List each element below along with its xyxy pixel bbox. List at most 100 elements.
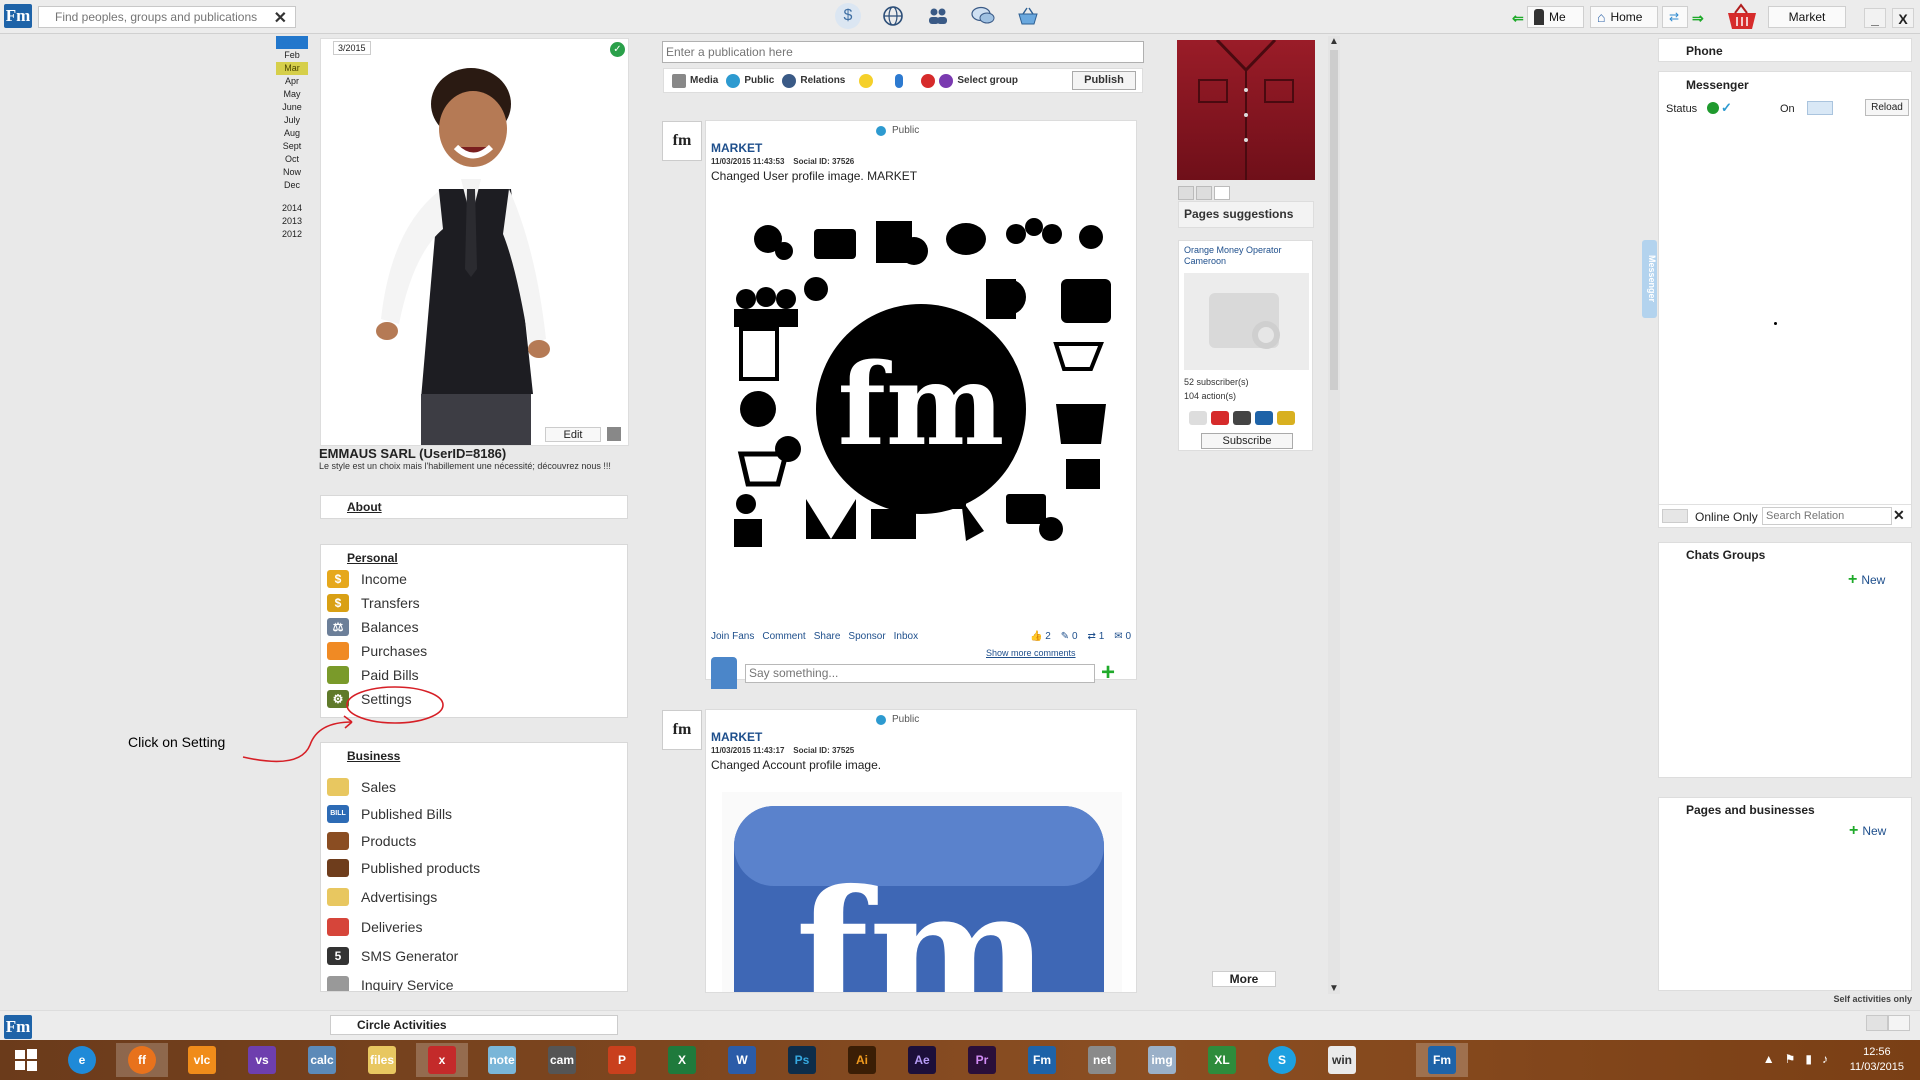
comment-count[interactable]: ✎ 0 bbox=[1061, 631, 1078, 642]
scroll-down-icon[interactable]: ▼ bbox=[1328, 983, 1340, 994]
menu-item-sms-generator[interactable]: 5 SMS Generator bbox=[327, 941, 480, 970]
taskbar-app[interactable]: XL bbox=[1196, 1043, 1248, 1077]
new-page-button[interactable]: + New bbox=[1849, 822, 1886, 840]
comment-input[interactable] bbox=[745, 663, 1095, 683]
taskbar-app[interactable]: win bbox=[1316, 1043, 1368, 1077]
taskbar-app[interactable]: Pr bbox=[956, 1043, 1008, 1077]
taskbar-app[interactable]: Fm bbox=[1016, 1043, 1068, 1077]
publish-button[interactable]: Publish bbox=[1072, 71, 1136, 90]
skype-icon: S bbox=[1268, 1046, 1296, 1074]
taskbar-app[interactable]: files bbox=[356, 1043, 408, 1077]
taskbar-app[interactable]: vs bbox=[236, 1043, 288, 1077]
taskbar-app[interactable]: e bbox=[56, 1043, 108, 1077]
taskbar-app[interactable]: P bbox=[596, 1043, 648, 1077]
scrollbar-thumb[interactable] bbox=[1330, 50, 1338, 390]
media-button[interactable]: Media bbox=[672, 73, 718, 88]
delivery-icon bbox=[327, 917, 349, 936]
new-chat-group-button[interactable]: + New bbox=[1848, 571, 1885, 589]
reload-button[interactable]: Reload bbox=[1865, 99, 1909, 116]
menu-item-published-bills[interactable]: BILL Published Bills bbox=[327, 800, 480, 827]
sponsor-link[interactable]: Sponsor bbox=[848, 631, 885, 642]
taskbar-app[interactable]: X bbox=[656, 1043, 708, 1077]
pager-dot[interactable] bbox=[1214, 186, 1230, 200]
taskbar-app[interactable]: W bbox=[716, 1043, 768, 1077]
tray-arrow-icon[interactable]: ▲ bbox=[1763, 1052, 1775, 1066]
suggested-page-name[interactable]: Orange Money Operator Cameroon bbox=[1184, 245, 1309, 267]
taskbar-app[interactable]: Ai bbox=[836, 1043, 888, 1077]
taskbar-app[interactable]: net bbox=[1076, 1043, 1128, 1077]
powerpoint-icon: P bbox=[608, 1046, 636, 1074]
menu-item-published-products[interactable]: Published products bbox=[327, 854, 480, 881]
advert-shirt-image[interactable] bbox=[1177, 40, 1315, 180]
share-link[interactable]: Share bbox=[814, 631, 841, 642]
post-meta: 11/03/2015 11:43:53 Social ID: 37526 bbox=[711, 157, 854, 166]
self-activities-label[interactable]: Self activities only bbox=[1833, 994, 1912, 1004]
menu-item-deliveries[interactable]: Deliveries bbox=[327, 912, 480, 941]
status-toggle[interactable] bbox=[1807, 101, 1833, 115]
menu-item-inquiry-service[interactable]: Inquiry Service bbox=[327, 970, 480, 991]
taskbar-app[interactable]: x bbox=[416, 1043, 468, 1077]
online-only-toggle[interactable] bbox=[1662, 509, 1688, 523]
tray-flag-icon[interactable]: ⚑ bbox=[1785, 1052, 1796, 1066]
more-button[interactable]: More bbox=[1212, 971, 1276, 987]
tray-volume-icon[interactable]: ♪ bbox=[1822, 1052, 1828, 1066]
taskbar-app[interactable]: note bbox=[476, 1043, 528, 1077]
emoji-button[interactable] bbox=[859, 73, 874, 88]
post-text: Changed Account profile image. bbox=[711, 758, 882, 772]
toggle-left[interactable] bbox=[1866, 1015, 1888, 1031]
public-button[interactable]: Public bbox=[726, 73, 774, 88]
globe-icon bbox=[876, 714, 886, 725]
tray-network-icon[interactable]: ▮ bbox=[1805, 1052, 1812, 1066]
mic-button[interactable] bbox=[895, 73, 904, 88]
menu-item-advertisings[interactable]: Advertisings bbox=[327, 881, 480, 912]
fm-app-icon: Fm bbox=[1428, 1046, 1456, 1074]
inbox-count[interactable]: ✉ 0 bbox=[1114, 631, 1131, 642]
taskbar-app[interactable]: S bbox=[1256, 1043, 1308, 1077]
post-author[interactable]: MARKET bbox=[711, 730, 762, 744]
scroll-up-icon[interactable]: ▲ bbox=[1328, 36, 1340, 47]
taskbar-app[interactable]: ff bbox=[116, 1043, 168, 1077]
suggested-page-thumbnail[interactable] bbox=[1184, 273, 1309, 370]
start-button[interactable] bbox=[0, 1043, 52, 1077]
taskbar-app[interactable]: vlc bbox=[176, 1043, 228, 1077]
menu-item-sales[interactable]: Sales bbox=[327, 773, 480, 800]
menu-item-products[interactable]: Products bbox=[327, 827, 480, 854]
publication-input[interactable] bbox=[663, 42, 1143, 62]
taskbar-app[interactable]: cam bbox=[536, 1043, 588, 1077]
post-author-avatar[interactable]: fm bbox=[662, 710, 702, 750]
bottom-toggle bbox=[1866, 1015, 1910, 1031]
post-author-avatar[interactable]: fm bbox=[662, 121, 702, 161]
status-online-icon[interactable] bbox=[1707, 102, 1719, 114]
clear-relation-search-icon[interactable]: ✕ bbox=[1893, 507, 1905, 524]
feed-scrollbar[interactable]: ▲ ▼ bbox=[1328, 36, 1340, 994]
toggle-right[interactable] bbox=[1888, 1015, 1910, 1031]
bottom-logo-icon[interactable]: Fm bbox=[4, 1015, 32, 1039]
pager-dot[interactable] bbox=[1196, 186, 1212, 200]
share-count[interactable]: ⇄ 1 bbox=[1088, 631, 1105, 642]
like-count[interactable]: 👍 2 bbox=[1030, 631, 1051, 642]
post-image-fm-app-icon[interactable]: fm bbox=[722, 792, 1122, 993]
page-suggestion-card: Orange Money Operator Cameroon 52 subscr… bbox=[1178, 240, 1313, 451]
status-check-icon: ✓ bbox=[1721, 100, 1732, 115]
post-visibility: Public bbox=[876, 125, 919, 136]
subscribe-button[interactable]: Subscribe bbox=[1201, 433, 1293, 449]
post-image-fm-logo[interactable]: fm bbox=[716, 209, 1126, 619]
messenger-side-tab[interactable]: Messenger bbox=[1642, 240, 1657, 318]
taskbar-app[interactable]: Ps bbox=[776, 1043, 828, 1077]
pager-dot[interactable] bbox=[1178, 186, 1194, 200]
taskbar-clock[interactable]: 12:56 11/03/2015 bbox=[1850, 1045, 1904, 1075]
post-author[interactable]: MARKET bbox=[711, 141, 762, 155]
taskbar-app[interactable]: img bbox=[1136, 1043, 1188, 1077]
taskbar-app[interactable]: Fm bbox=[1416, 1043, 1468, 1077]
circle-activities-tab[interactable]: Circle Activities bbox=[330, 1015, 618, 1035]
phone-title[interactable]: Phone bbox=[1686, 44, 1723, 58]
relations-button[interactable]: Relations bbox=[782, 73, 845, 88]
select-group-button[interactable]: Select group bbox=[921, 73, 1018, 88]
taskbar-app[interactable]: calc bbox=[296, 1043, 348, 1077]
search-relation-input[interactable] bbox=[1762, 507, 1892, 525]
join-fans-link[interactable]: Join Fans bbox=[711, 631, 754, 642]
inbox-link[interactable]: Inbox bbox=[894, 631, 918, 642]
add-comment-icon[interactable]: + bbox=[1101, 661, 1115, 685]
taskbar-app[interactable]: Ae bbox=[896, 1043, 948, 1077]
comment-link[interactable]: Comment bbox=[762, 631, 805, 642]
